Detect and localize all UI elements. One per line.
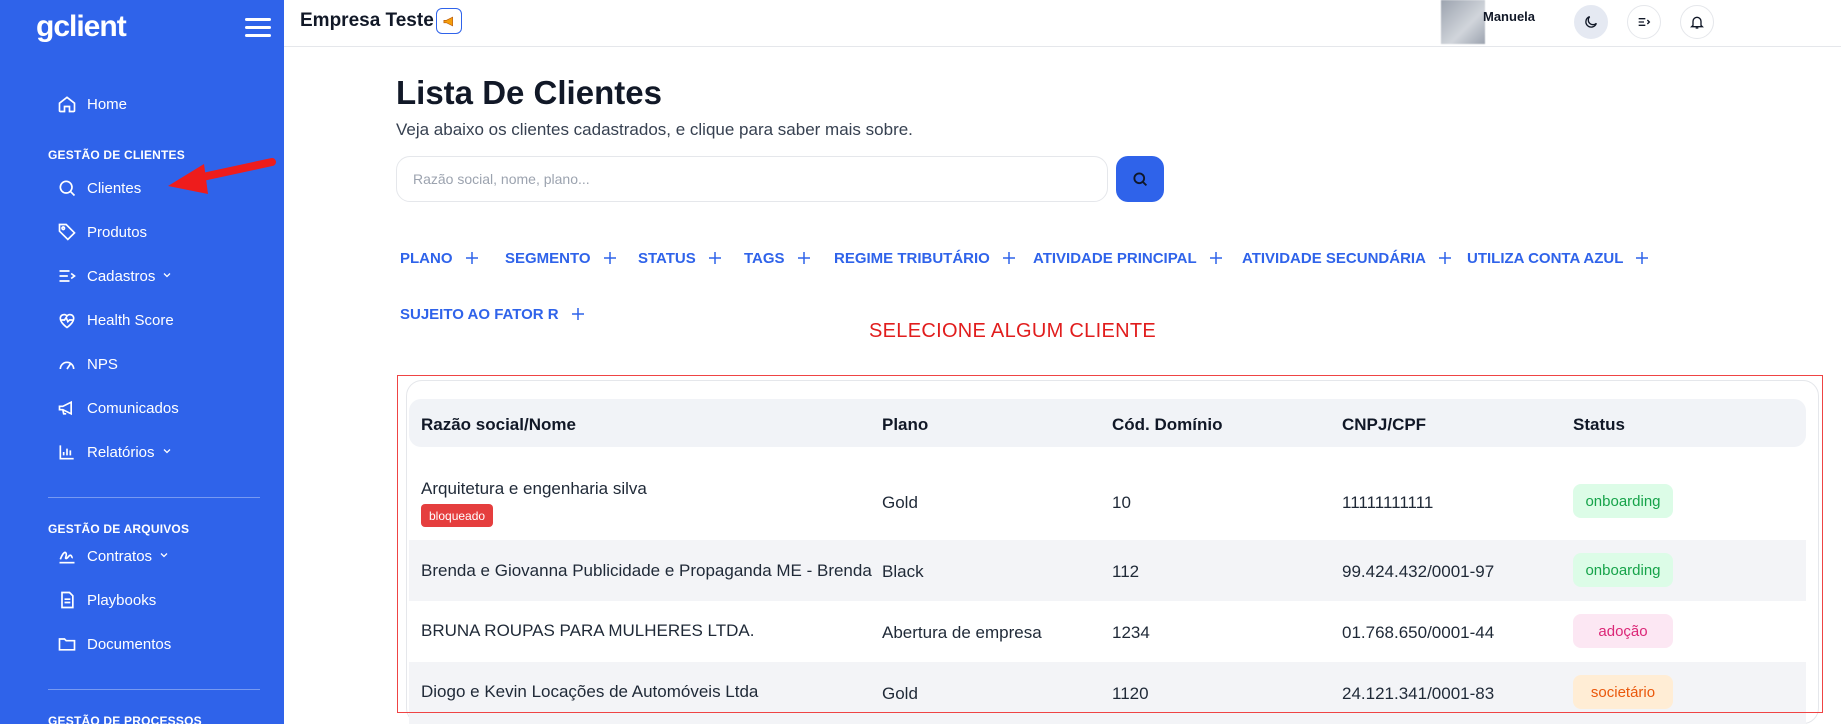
filter-label: STATUS [638, 249, 696, 267]
list-icon [56, 265, 78, 287]
select-client-hint: SELECIONE ALGUM CLIENTE [869, 320, 1156, 342]
sidebar-item-label: Health Score [87, 311, 174, 329]
bell-icon [1690, 16, 1704, 29]
filter-label: SUJEITO AO FATOR R [400, 305, 559, 323]
folder-icon [56, 633, 78, 655]
sidebar-item-health-score[interactable]: Health Score [56, 305, 174, 335]
plus-icon [1633, 249, 1651, 267]
sidebar-item-label: Home [87, 95, 128, 113]
sidebar-item-label: Produtos [87, 223, 148, 241]
plus-icon [601, 249, 619, 267]
logo[interactable]: gclient [36, 10, 127, 44]
filter-label: TAGS [744, 249, 785, 267]
sidebar-item-label: Playbooks [87, 591, 157, 609]
chevron-down-icon [161, 444, 173, 461]
chevron-down-icon [158, 548, 170, 565]
annotation-arrow-icon [168, 158, 276, 194]
search-icon [1133, 172, 1148, 187]
sidebar-item-playbooks[interactable]: Playbooks [56, 585, 156, 615]
app: gclient Home GESTÃO DE CLIENTES Clientes… [0, 0, 1841, 724]
logo-text: gclient [36, 10, 127, 43]
sidebar-item-nps[interactable]: NPS [56, 349, 118, 379]
megaphone-icon [56, 397, 78, 419]
section-label-processos: GESTÃO DE PROCESSOS [48, 714, 202, 724]
search-input[interactable] [396, 156, 1108, 202]
filter-label: PLANO [400, 249, 453, 267]
page-title: Lista De Clientes [396, 74, 662, 111]
notifications-button[interactable] [1680, 5, 1714, 39]
sidebar-item-cadastros[interactable]: Cadastros [56, 261, 173, 291]
search-button[interactable] [1116, 156, 1164, 202]
filter-status[interactable]: STATUS [638, 246, 724, 270]
sidebar-item-relatorios[interactable]: Relatórios [56, 437, 173, 467]
filter-regime-tributario[interactable]: REGIME TRIBUTÁRIO [834, 246, 1018, 270]
sidebar-divider [48, 497, 260, 498]
sidebar-item-label: NPS [87, 355, 118, 373]
document-icon [56, 589, 78, 611]
tag-icon [56, 221, 78, 243]
filter-label: UTILIZA CONTA AZUL [1467, 249, 1624, 267]
search-icon [56, 177, 78, 199]
filter-atividade-secundaria[interactable]: ATIVIDADE SECUNDÁRIA [1242, 246, 1454, 270]
sidebar-item-label: Comunicados [87, 399, 179, 417]
sidebar-item-label: Relatórios [87, 443, 155, 461]
sidebar-item-label: Documentos [87, 635, 172, 653]
sidebar-item-label: Contratos [87, 547, 153, 565]
plus-icon [463, 249, 481, 267]
bar-chart-icon [56, 441, 78, 463]
sidebar: gclient Home GESTÃO DE CLIENTES Clientes… [0, 0, 284, 724]
highlight-frame [397, 375, 1823, 713]
sidebar-item-contratos[interactable]: Contratos [56, 541, 170, 571]
sidebar-item-label: Clientes [87, 179, 142, 197]
plus-icon [1207, 249, 1225, 267]
filter-tags[interactable]: TAGS [744, 246, 813, 270]
announcement-icon[interactable] [436, 8, 462, 34]
menu-arrow-icon [1638, 18, 1651, 26]
page-subtitle: Veja abaixo os clientes cadastrados, e c… [396, 120, 913, 139]
user-name[interactable]: Manuela [1483, 9, 1535, 24]
topbar: Empresa Teste [284, 0, 1841, 47]
plus-icon [795, 249, 813, 267]
theme-toggle-button[interactable] [1574, 5, 1608, 39]
sidebar-item-home[interactable]: Home [56, 89, 127, 119]
plus-icon [1436, 249, 1454, 267]
heart-pulse-icon [56, 309, 78, 331]
signature-icon [56, 545, 78, 567]
filter-plano[interactable]: PLANO [400, 246, 481, 270]
section-label-arquivos: GESTÃO DE ARQUIVOS [48, 522, 190, 536]
sidebar-divider [48, 689, 260, 690]
collapse-menu-button[interactable] [1627, 5, 1661, 39]
menu-toggle-icon[interactable] [245, 18, 271, 38]
filter-label: ATIVIDADE PRINCIPAL [1033, 249, 1197, 267]
sidebar-item-label: Cadastros [87, 267, 156, 285]
sidebar-item-clientes[interactable]: Clientes [56, 173, 141, 203]
avatar[interactable] [1441, 0, 1485, 44]
filter-label: SEGMENTO [505, 249, 591, 267]
filter-sujeito-fator-r[interactable]: SUJEITO AO FATOR R [400, 302, 587, 326]
sidebar-item-documentos[interactable]: Documentos [56, 629, 171, 659]
filter-label: REGIME TRIBUTÁRIO [834, 249, 990, 267]
plus-icon [1000, 249, 1018, 267]
plus-icon [706, 249, 724, 267]
company-name: Empresa Teste [300, 10, 434, 31]
filter-utiliza-conta-azul[interactable]: UTILIZA CONTA AZUL [1467, 246, 1651, 270]
plus-icon [569, 305, 587, 323]
moon-icon [1585, 16, 1597, 28]
sidebar-item-comunicados[interactable]: Comunicados [56, 393, 179, 423]
chevron-down-icon [161, 268, 173, 285]
home-icon [56, 93, 78, 115]
filter-segmento[interactable]: SEGMENTO [505, 246, 619, 270]
filter-label: ATIVIDADE SECUNDÁRIA [1242, 249, 1426, 267]
sidebar-item-produtos[interactable]: Produtos [56, 217, 147, 247]
gauge-icon [56, 353, 78, 375]
filter-atividade-principal[interactable]: ATIVIDADE PRINCIPAL [1033, 246, 1225, 270]
